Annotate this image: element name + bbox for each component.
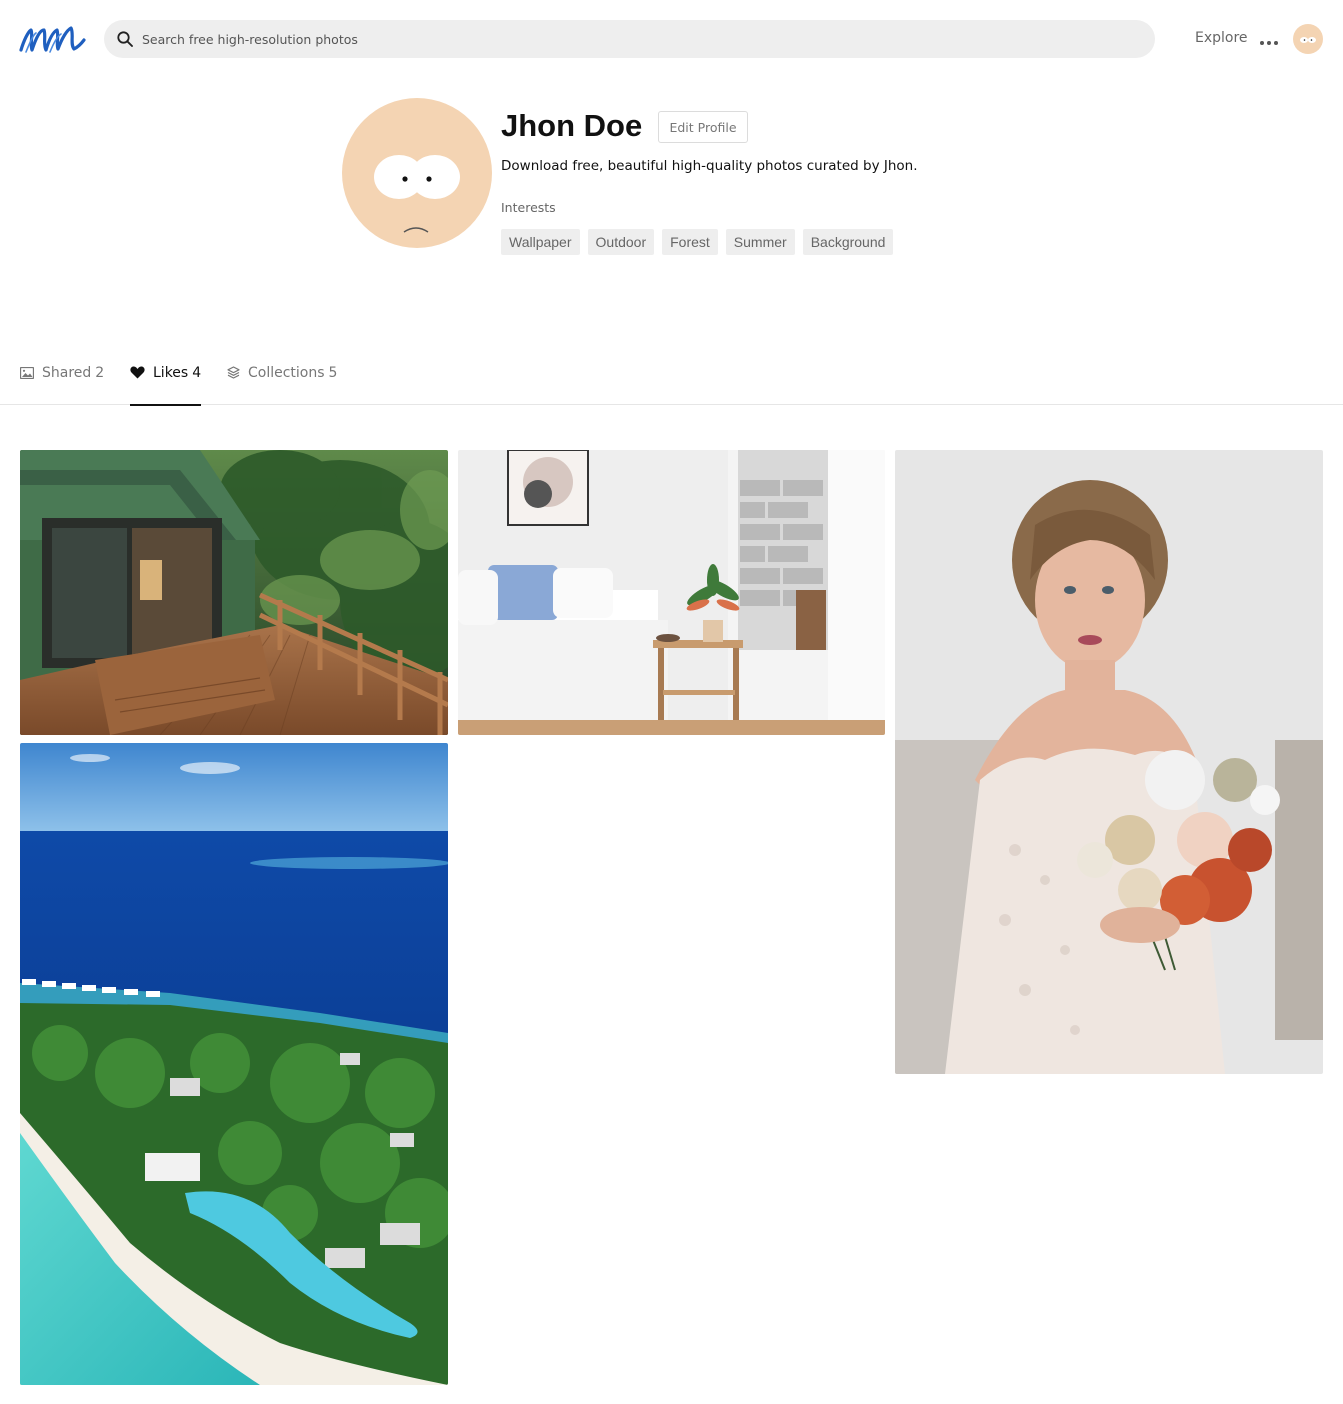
tab-collections[interactable]: Collections 5 <box>227 340 337 405</box>
explore-link[interactable]: Explore <box>1195 30 1248 46</box>
interest-tags: Wallpaper Outdoor Forest Summer Backgrou… <box>501 229 894 255</box>
photo-card-bedroom[interactable] <box>458 450 885 735</box>
image-icon <box>20 366 34 379</box>
heart-icon <box>130 366 145 379</box>
tab-likes[interactable]: Likes 4 <box>130 340 202 406</box>
interests-heading: Interests <box>501 200 556 215</box>
tab-count: 5 <box>328 364 338 381</box>
logo-mark <box>19 26 86 53</box>
search-icon <box>116 30 134 48</box>
brand-logo[interactable] <box>18 22 86 56</box>
search-input[interactable] <box>142 31 1042 47</box>
interest-tag[interactable]: Wallpaper <box>501 229 580 255</box>
tab-label: Likes <box>153 364 189 381</box>
interest-tag[interactable]: Background <box>802 229 894 255</box>
photo-card-island[interactable] <box>20 743 448 1385</box>
more-options-icon[interactable] <box>1259 33 1279 45</box>
user-avatar[interactable] <box>1293 24 1323 54</box>
interest-tag[interactable]: Forest <box>662 229 718 255</box>
profile-bio: Download free, beautiful high-quality ph… <box>501 158 918 174</box>
interest-tag[interactable]: Outdoor <box>587 229 655 255</box>
tab-shared[interactable]: Shared 2 <box>20 340 104 405</box>
photo-card-forest-cabin[interactable] <box>20 450 448 735</box>
photo-white-bedroom <box>458 450 885 735</box>
edit-profile-button[interactable]: Edit Profile <box>658 111 748 143</box>
tab-label: Shared <box>42 364 92 381</box>
interest-tag[interactable]: Summer <box>725 229 795 255</box>
layers-icon <box>227 366 240 379</box>
avatar-face-icon <box>374 155 460 233</box>
tab-label: Collections <box>248 364 325 381</box>
search-bar[interactable] <box>104 20 1155 58</box>
tab-count: 2 <box>95 364 105 381</box>
photo-tropical-island-resort <box>20 743 448 1385</box>
profile-name: Jhon Doe <box>501 108 643 143</box>
avatar-face-icon <box>1300 37 1316 43</box>
tab-count: 4 <box>192 364 202 381</box>
profile-tabs: Shared 2 Likes 4 Collections 5 <box>0 340 1343 406</box>
photo-forest-cabin-deck <box>20 450 448 735</box>
photo-bride-with-bouquet <box>895 450 1323 1074</box>
profile-avatar <box>342 98 492 248</box>
photo-card-bride[interactable] <box>895 450 1323 1074</box>
top-navigation-bar: Explore <box>0 0 1343 78</box>
